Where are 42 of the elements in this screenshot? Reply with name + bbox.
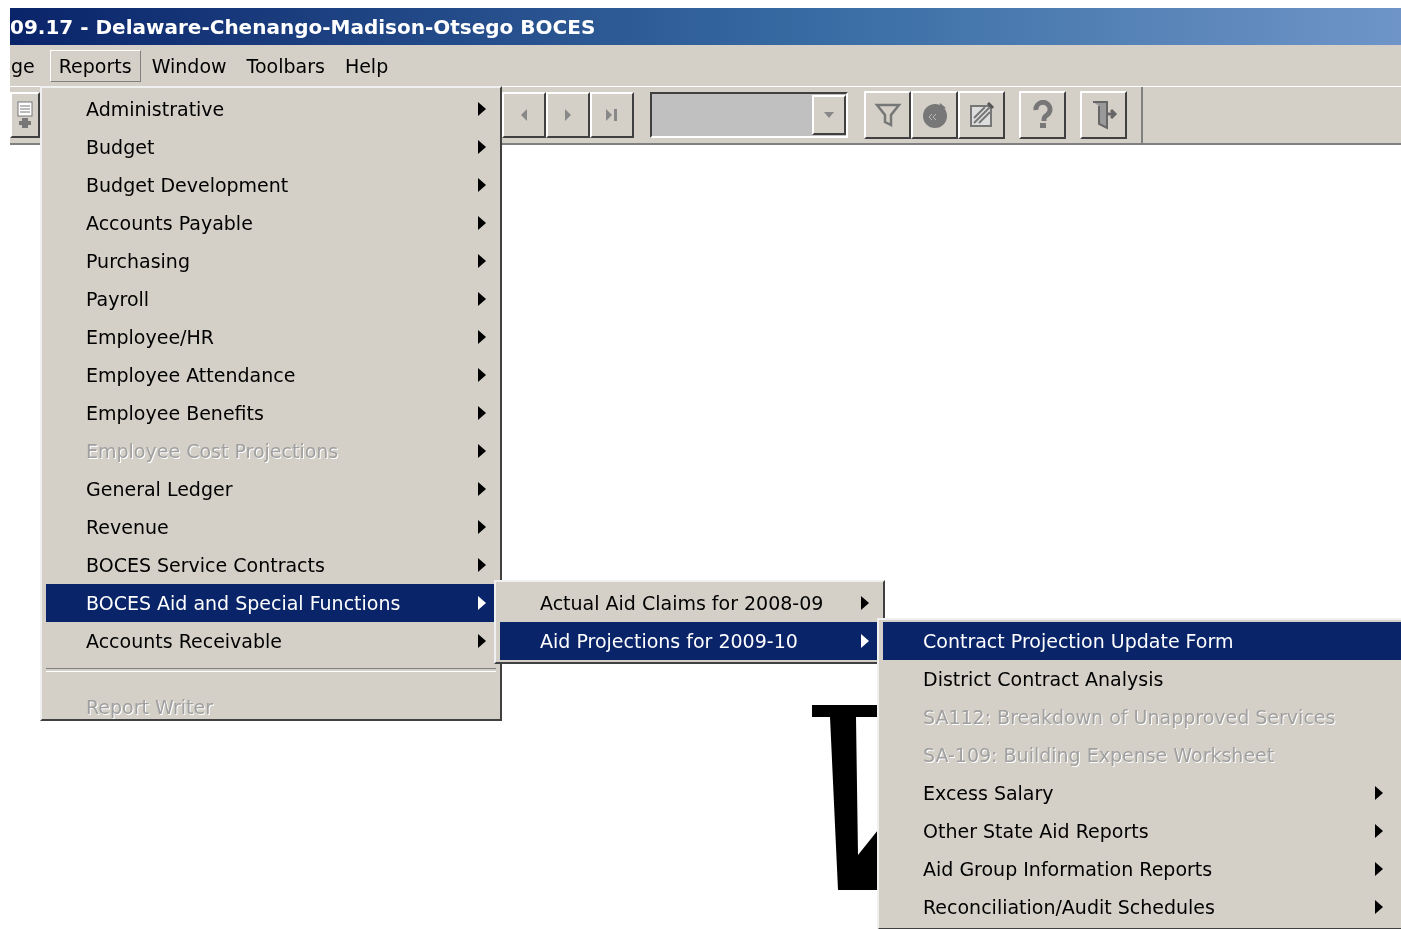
menu-item[interactable]: Budget: [46, 128, 496, 166]
menu-item[interactable]: Accounts Receivable: [46, 622, 496, 660]
right-arrow-icon: [563, 108, 573, 122]
menu-bar-item[interactable]: ge: [10, 49, 44, 82]
menu-item[interactable]: Employee Attendance: [46, 356, 496, 394]
help-icon: [1030, 100, 1055, 130]
menu-item[interactable]: BOCES Service Contracts: [46, 546, 496, 584]
menu-item[interactable]: District Contract Analysis: [883, 660, 1401, 698]
skip-end-icon: [604, 108, 620, 122]
menu-item[interactable]: Purchasing: [46, 242, 496, 280]
menu-item[interactable]: Actual Aid Claims for 2008-09: [500, 584, 879, 622]
menu-item[interactable]: Employee/HR: [46, 318, 496, 356]
dropdown-field[interactable]: [650, 92, 848, 138]
last-button[interactable]: [590, 92, 634, 138]
left-arrow-icon: [519, 108, 529, 122]
menu-bar-item[interactable]: Toolbars: [237, 49, 334, 82]
menu-item[interactable]: Administrative: [46, 90, 496, 128]
menu-item[interactable]: Revenue: [46, 508, 496, 546]
previous-button[interactable]: [502, 92, 546, 138]
menu-item[interactable]: Budget Development: [46, 166, 496, 204]
menu-bar-item[interactable]: Help: [335, 49, 398, 82]
menu-item[interactable]: Employee Benefits: [46, 394, 496, 432]
menu-bar-item[interactable]: Reports: [49, 49, 141, 82]
menu-item[interactable]: Aid Projections for 2009-10: [500, 622, 879, 660]
menu-item[interactable]: Payroll: [46, 280, 496, 318]
menu-item[interactable]: BOCES Aid and Special Functions: [46, 584, 496, 622]
refresh-button[interactable]: [911, 91, 958, 139]
menu-item[interactable]: Contract Projection Update Form: [883, 622, 1401, 660]
edit-button[interactable]: [958, 91, 1005, 139]
filter-icon: [873, 102, 902, 128]
menu-item[interactable]: Other State Aid Reports: [883, 812, 1401, 850]
menu-item[interactable]: Aid Group Information Reports: [883, 850, 1401, 888]
window-title: 09.17 - Delaware-Chenango-Madison-Otsego BOCES: [10, 14, 596, 39]
exit-button[interactable]: [1080, 91, 1127, 139]
menu-item[interactable]: Accounts Payable: [46, 204, 496, 242]
help-button[interactable]: [1019, 91, 1066, 139]
menu-item[interactable]: General Ledger: [46, 470, 496, 508]
menu-item[interactable]: Reconciliation/Audit Schedules: [883, 888, 1401, 926]
menu-bar-item[interactable]: Window: [142, 49, 236, 82]
menu-item[interactable]: Excess Salary: [883, 774, 1401, 812]
next-button[interactable]: [546, 92, 590, 138]
filter-button[interactable]: [864, 91, 911, 139]
